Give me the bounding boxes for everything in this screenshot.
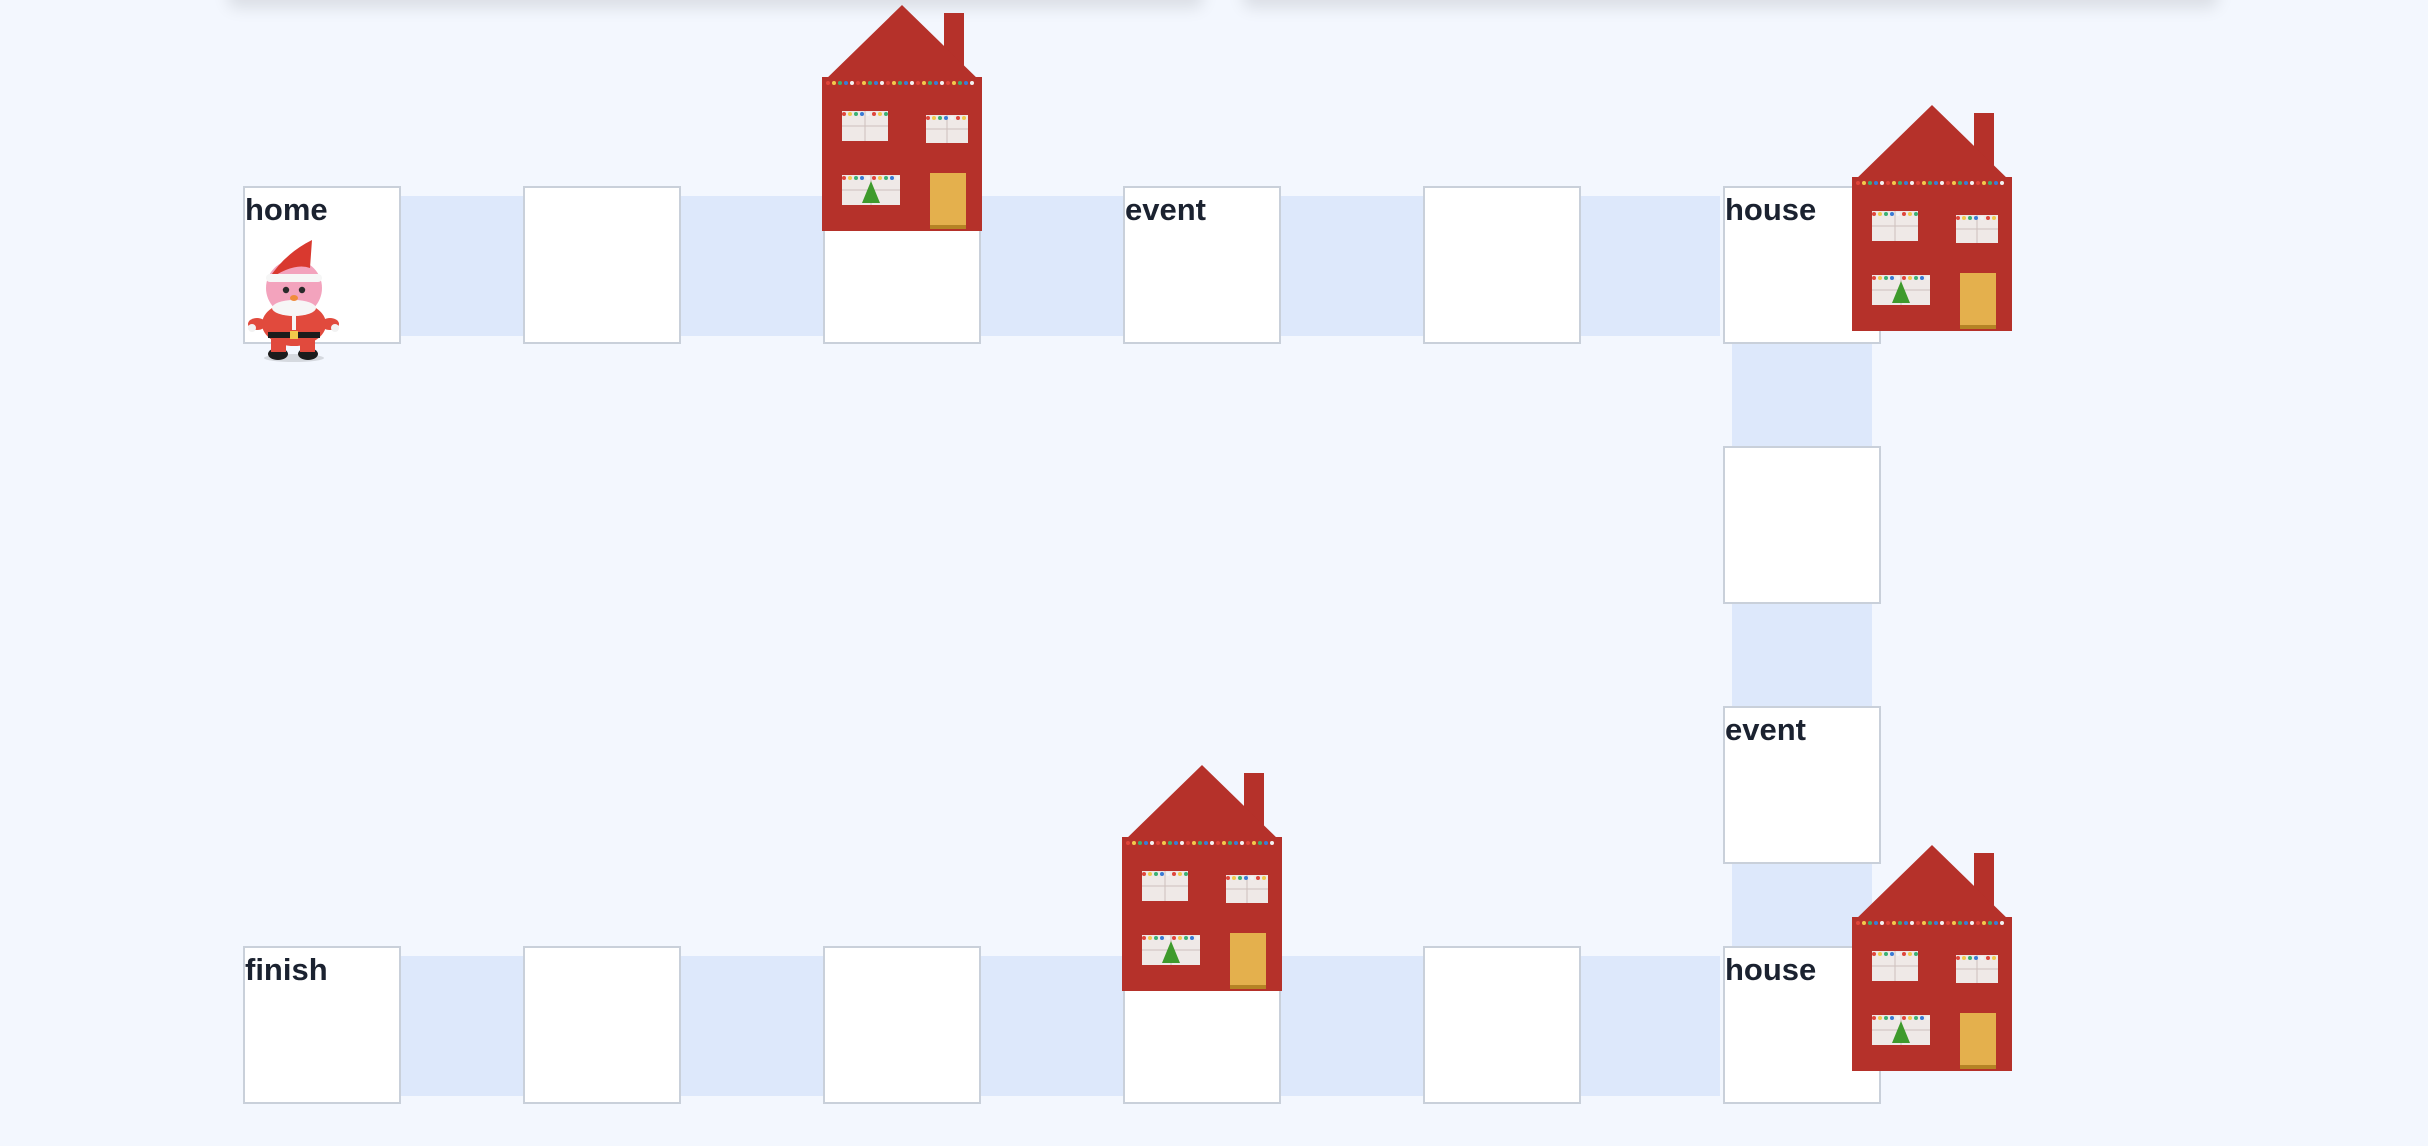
tile-blank[interactable]	[1423, 186, 1581, 344]
tile-label-house: house	[1725, 952, 1817, 987]
tile-label-event: event	[1125, 192, 1206, 227]
tile-event[interactable]: event	[1723, 706, 1881, 864]
house-icon	[1852, 845, 2012, 1071]
house-icon	[1852, 105, 2012, 331]
tile-label-house: house	[1725, 192, 1817, 227]
tile-blank[interactable]	[523, 186, 681, 344]
tile-label-finish: finish	[245, 952, 328, 987]
tile-blank[interactable]	[1723, 446, 1881, 604]
house-icon	[1122, 765, 1282, 991]
tile-blank[interactable]	[523, 946, 681, 1104]
tile-event[interactable]: event	[1123, 186, 1281, 344]
house-icon	[822, 5, 982, 231]
tile-label-home: home	[245, 192, 328, 227]
tile-finish[interactable]: finish	[243, 946, 401, 1104]
tile-blank[interactable]	[823, 946, 981, 1104]
santa-player-icon[interactable]	[244, 238, 344, 363]
tile-label-event: event	[1725, 712, 1806, 747]
tile-blank[interactable]	[1423, 946, 1581, 1104]
